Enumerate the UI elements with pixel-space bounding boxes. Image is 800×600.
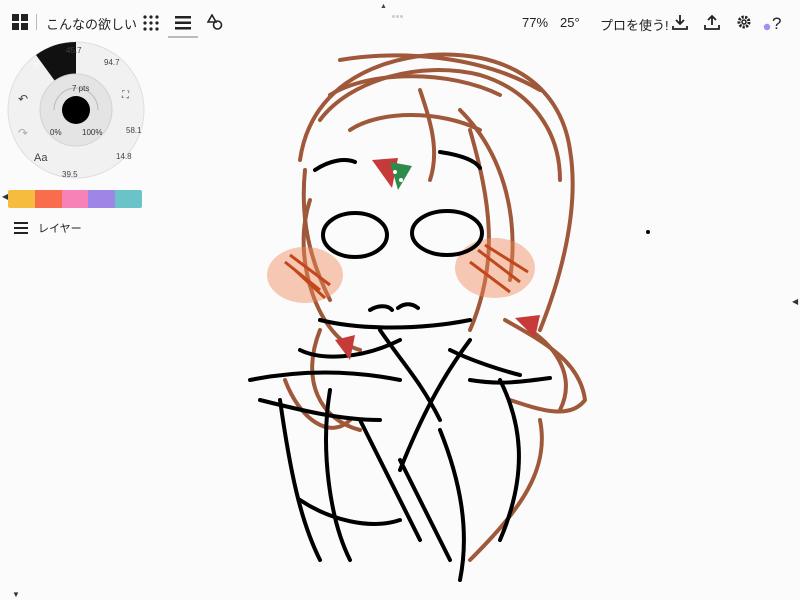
transform-icon[interactable]: ⛶ <box>122 90 129 101</box>
tool-value[interactable]: 45.7 <box>66 46 82 55</box>
palette-swatch[interactable] <box>115 190 142 208</box>
brush-size-label[interactable]: 7 pts <box>72 84 89 93</box>
redo-icon[interactable]: ↷ <box>18 126 28 140</box>
tool-value[interactable]: 94.7 <box>104 58 120 67</box>
document-title[interactable]: こんなの欲しい <box>46 14 137 33</box>
palette-swatch[interactable] <box>34 190 62 208</box>
tool-value[interactable]: 39.5 <box>62 170 78 179</box>
divider <box>36 14 37 30</box>
app-window: こんなの欲しい ▲ 77% 25° プロを使う! ? 7 45.7 94.7 5… <box>0 0 800 600</box>
gallery-grid-icon[interactable] <box>10 12 30 32</box>
tool-wheel[interactable]: 7 45.7 94.7 58.1 14.8 39.5 Aa ↶ ↷ ⛶ <box>6 40 146 180</box>
text-tool-button[interactable]: Aa <box>34 152 47 164</box>
palette-swatch[interactable] <box>8 190 35 208</box>
opacity-min-label: 0% <box>50 128 62 137</box>
opacity-max-label: 100% <box>82 128 103 137</box>
svg-text:?: ? <box>772 14 781 33</box>
canvas-dot <box>646 230 650 234</box>
zoom-level[interactable]: 77% <box>522 15 548 30</box>
pro-upgrade-button[interactable]: プロを使う! <box>600 15 669 34</box>
dot-grid-icon[interactable] <box>142 14 160 32</box>
help-icon[interactable]: ? <box>762 12 784 34</box>
layers-label: レイヤー <box>38 223 82 235</box>
settings-icon[interactable] <box>734 12 754 32</box>
color-palette[interactable] <box>8 190 142 208</box>
share-icon[interactable] <box>702 12 722 32</box>
rotation-angle[interactable]: 25° <box>560 15 580 30</box>
collapse-arrow-icon[interactable]: ▼ <box>12 590 20 599</box>
side-arrow-icon[interactable]: ◀ <box>792 297 798 306</box>
tool-value[interactable]: 58.1 <box>126 126 142 135</box>
top-toolbar: こんなの欲しい ▲ 77% 25° プロを使う! ? <box>0 0 800 44</box>
shapes-icon[interactable] <box>206 13 224 31</box>
palette-swatch[interactable] <box>88 190 116 208</box>
layers-icon <box>14 222 28 234</box>
palette-swatch[interactable] <box>61 190 89 208</box>
tool-value[interactable]: 14.8 <box>116 152 132 161</box>
download-icon[interactable] <box>670 12 690 32</box>
active-tab-indicator <box>168 36 198 38</box>
page-dots <box>392 5 406 18</box>
undo-icon[interactable]: ↶ <box>18 92 28 106</box>
tool-value[interactable]: 7 <box>34 62 38 71</box>
layers-menu-icon[interactable] <box>174 14 192 32</box>
layers-button[interactable]: レイヤー <box>14 220 82 236</box>
pull-down-arrow-icon[interactable]: ▲ <box>380 3 387 10</box>
